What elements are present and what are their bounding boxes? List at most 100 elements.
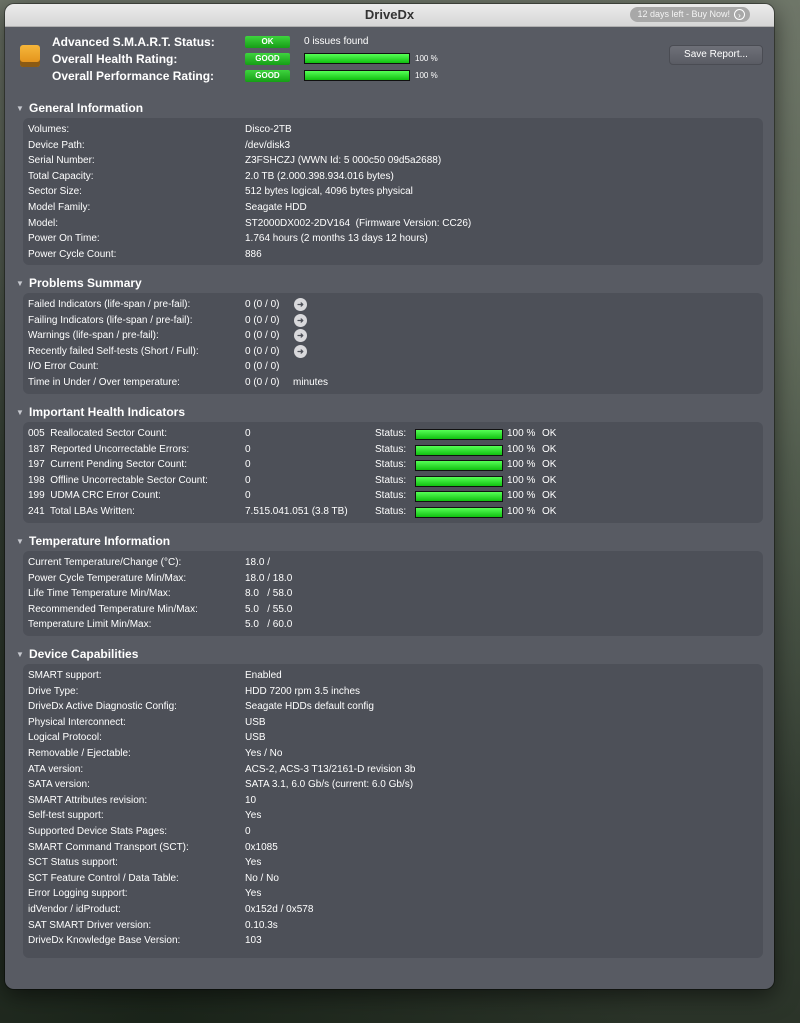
general-info-header[interactable]: ▼ General Information [5,98,769,118]
general-info-row: Power Cycle Count: 886 [23,247,763,262]
problems-summary-header[interactable]: ▼ Problems Summary [5,273,769,293]
row-label: Device Path: [28,139,85,151]
row-label: Volumes: [28,124,70,135]
capability-row: SMART Command Transport (SCT): 0x1085 [23,840,763,855]
capability-row: SATA version: SATA 3.1, 6.0 Gb/s (current… [23,777,763,792]
row-label: Recommended Temperature Min/Max: [28,603,198,615]
health-rating-row: Overall Health Rating: GOOD 100 % [52,50,438,67]
general-info-row: Serial Number: Z3FSHCZJ (WWN Id: 5 000c50… [23,153,763,168]
indicator-value: 0 [245,443,251,455]
problems-summary-title: Problems Summary [29,276,142,290]
health-rating-pct: 100 % [415,54,438,63]
performance-rating-row: Overall Performance Rating: GOOD 100 % [52,67,438,84]
indicator-value: 7.515.041.051 (3.8 TB) [245,506,348,517]
row-label: SCT Feature Control / Data Table: [28,872,179,884]
indicator-status-bar [415,444,503,456]
general-info-row: Sector Size: 512 bytes logical, 4096 byte… [23,184,763,199]
row-value: 0x152d / 0x578 [245,904,314,915]
row-label: Model: [28,217,59,229]
indicator-status-label: Status: [375,443,407,455]
capability-row: Error Logging support: Yes [23,886,763,901]
problem-row: Time in Under / Over temperature: 0 (0 / … [23,375,763,390]
row-value: USB [245,716,266,728]
capability-row: SMART Attributes revision: 10 [23,793,763,808]
disclosure-triangle-icon: ▼ [16,650,24,659]
temperature-row: Temperature Limit Min/Max: 5.0 / 60.0 [23,617,763,632]
indicator-state: OK [542,490,557,502]
row-value: Seagate HDD [245,202,307,213]
performance-rating-label: Overall Performance Rating: [52,68,215,83]
capability-row: idVendor / idProduct: 0x152d / 0x578 [23,902,763,917]
general-info-row: Power On Time: 1.764 hours (2 months 13 d… [23,231,763,246]
temperature-row: Power Cycle Temperature Min/Max: 18.0 / 1… [23,571,763,586]
health-indicators-header[interactable]: ▼ Important Health Indicators [5,402,769,422]
go-arrow-icon[interactable]: ➜ [294,344,307,358]
save-report-button[interactable]: Save Report... [669,45,763,65]
indicator-state: OK [542,474,557,486]
capability-row: Removable / Ejectable: Yes / No [23,746,763,761]
capability-row: Physical Interconnect: USB [23,715,763,730]
capability-row: DriveDx Active Diagnostic Config: Seagate… [23,699,763,714]
row-label: Logical Protocol: [28,732,102,744]
device-capabilities-header[interactable]: ▼ Device Capabilities [5,644,769,664]
row-value: 2.0 TB (2.000.398.934.016 bytes) [245,170,394,182]
capability-row: DriveDx Knowledge Base Version: 103 [23,933,763,948]
health-rating-bar [304,53,410,64]
row-label: Power Cycle Count: [28,248,117,260]
temperature-info-header[interactable]: ▼ Temperature Information [5,531,769,551]
go-arrow-icon[interactable]: ➜ [294,298,307,311]
external-drive-icon [20,45,40,67]
capability-row: SMART support: Enabled [23,668,763,683]
general-info-row: Model Family: Seagate HDD [23,200,763,215]
row-value: Yes [245,810,262,822]
row-label: SCT Status support: [28,857,118,869]
row-value: 0 (0 / 0) [245,314,280,326]
indicator-pct: 100 % [507,474,536,486]
buy-now-button[interactable]: 12 days left - Buy Now! › [630,7,750,22]
row-label: SMART Command Transport (SCT): [28,841,189,853]
indicator-status-bar [415,507,503,518]
window-titlebar: DriveDx 12 days left - Buy Now! › [5,4,774,27]
indicator-label: 199 UDMA CRC Error Count: [28,490,161,502]
row-unit: minutes [293,377,329,388]
row-value: 8.0 / 58.0 [245,588,293,600]
capability-row: Supported Device Stats Pages: 0 [23,824,763,839]
indicator-status-fill [416,508,502,517]
row-value: Disco-2TB [245,124,292,135]
indicator-pct: 100 % [507,506,536,517]
row-value: ST2000DX002-2DV164 (Firmware Version: CC… [245,217,472,229]
go-arrow-icon[interactable]: ➜ [294,313,307,327]
row-label: Recently failed Self-tests (Short / Full… [28,345,199,357]
indicator-value: 0 [245,474,251,486]
indicator-status-fill [416,461,502,471]
general-info-title: General Information [29,101,144,115]
device-capabilities-title: Device Capabilities [29,647,139,661]
health-indicator-row: 241 Total LBAs Written: 7.515.041.051 (3.… [23,504,763,519]
indicator-state: OK [542,428,557,439]
row-label: SMART Attributes revision: [28,794,148,806]
row-label: Error Logging support: [28,888,128,900]
row-label: Model Family: [28,202,91,213]
row-label: Drive Type: [28,685,79,697]
go-arrow-icon[interactable]: ➜ [294,329,307,343]
row-label: ATA version: [28,763,84,775]
indicator-value: 0 [245,459,251,471]
row-value: 18.0 / [245,557,271,568]
capability-row: SCT Status support: Yes [23,855,763,870]
row-value: 0 (0 / 0) [245,330,280,342]
row-label: Physical Interconnect: [28,716,126,728]
temperature-row: Life Time Temperature Min/Max: 8.0 / 58.0 [23,586,763,601]
row-value: Seagate HDDs default config [245,701,374,713]
row-label: SATA version: [28,779,90,791]
indicator-status-fill [416,476,502,486]
row-label: DriveDx Knowledge Base Version: [28,935,181,947]
performance-rating-pct: 100 % [415,71,438,80]
indicator-status-bar [415,491,503,503]
window-title: DriveDx [364,7,415,22]
row-value: 103 [245,935,262,947]
smart-issues-text: 0 issues found [304,36,369,47]
indicator-label: 005 Reallocated Sector Count: [28,428,167,439]
indicator-label: 187 Reported Uncorrectable Errors: [28,443,190,455]
row-value: 0 (0 / 0) [245,345,280,357]
smart-status-label: Advanced S.M.A.R.T. Status: [52,34,215,49]
